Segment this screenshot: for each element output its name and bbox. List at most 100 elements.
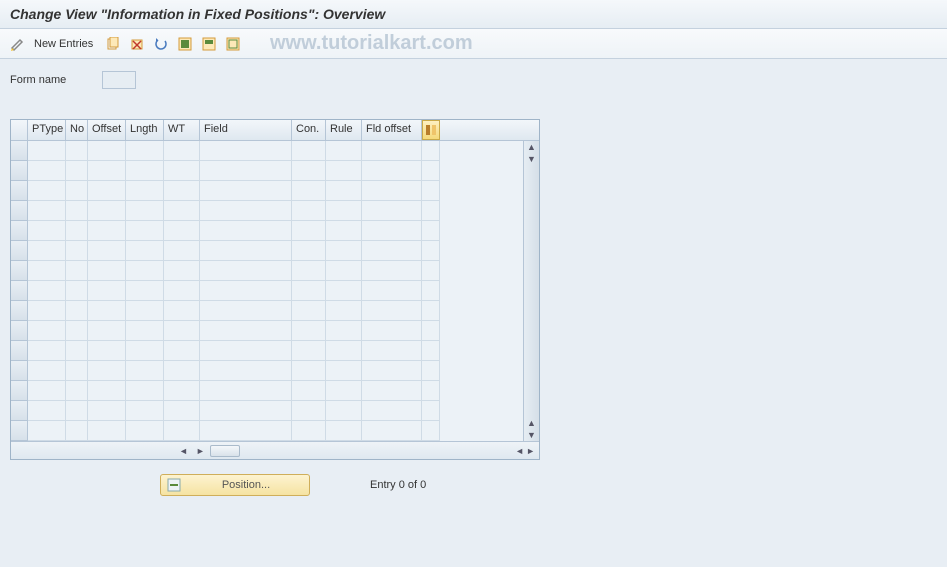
cell[interactable] [326,241,362,261]
cell[interactable] [292,221,326,241]
scroll-up-icon[interactable]: ▲ [527,141,536,153]
cell[interactable] [164,261,200,281]
cell[interactable] [422,321,440,341]
cell[interactable] [28,421,66,441]
cell[interactable] [28,341,66,361]
cell[interactable] [88,381,126,401]
cell[interactable] [326,261,362,281]
cell[interactable] [28,181,66,201]
cell[interactable] [200,321,292,341]
position-button[interactable]: Position... [160,474,310,496]
row-selector[interactable] [11,361,28,381]
col-offset[interactable]: Offset [88,120,126,140]
cell[interactable] [126,201,164,221]
cell[interactable] [66,261,88,281]
cell[interactable] [292,401,326,421]
cell[interactable] [422,341,440,361]
cell[interactable] [326,361,362,381]
cell[interactable] [66,381,88,401]
cell[interactable] [164,241,200,261]
cell[interactable] [28,361,66,381]
cell[interactable] [66,201,88,221]
row-selector[interactable] [11,241,28,261]
cell[interactable] [362,221,422,241]
cell[interactable] [66,221,88,241]
cell[interactable] [326,161,362,181]
scroll-down-icon[interactable]: ▼ [527,429,536,441]
cell[interactable] [126,141,164,161]
cell[interactable] [126,421,164,441]
cell[interactable] [292,141,326,161]
cell[interactable] [422,381,440,401]
cell[interactable] [28,241,66,261]
cell[interactable] [362,261,422,281]
cell[interactable] [88,401,126,421]
cell[interactable] [200,341,292,361]
cell[interactable] [326,141,362,161]
cell[interactable] [126,361,164,381]
vertical-scrollbar[interactable]: ▲ ▼ ▲ ▼ [523,141,539,441]
cell[interactable] [200,201,292,221]
scroll-thumb[interactable] [210,445,240,457]
horizontal-scrollbar[interactable]: ◄ ► [176,445,515,457]
cell[interactable] [200,301,292,321]
scroll-up-step-icon[interactable]: ▲ [527,417,536,429]
scroll-right-step-icon[interactable]: ► [193,446,208,456]
cell[interactable] [200,221,292,241]
cell[interactable] [422,281,440,301]
form-name-input[interactable] [102,71,136,89]
cell[interactable] [66,141,88,161]
col-rule[interactable]: Rule [326,120,362,140]
row-selector[interactable] [11,381,28,401]
cell[interactable] [326,341,362,361]
cell[interactable] [28,161,66,181]
cell[interactable] [88,261,126,281]
cell[interactable] [362,341,422,361]
cell[interactable] [28,261,66,281]
cell[interactable] [126,381,164,401]
cell[interactable] [200,401,292,421]
delete-icon[interactable] [127,34,147,54]
cell[interactable] [164,201,200,221]
cell[interactable] [88,341,126,361]
cell[interactable] [126,161,164,181]
cell[interactable] [200,141,292,161]
cell[interactable] [292,161,326,181]
cell[interactable] [66,401,88,421]
col-no[interactable]: No [66,120,88,140]
cell[interactable] [88,421,126,441]
cell[interactable] [422,361,440,381]
row-selector[interactable] [11,301,28,321]
deselect-all-icon[interactable] [223,34,243,54]
cell[interactable] [164,281,200,301]
cell[interactable] [326,281,362,301]
copy-icon[interactable] [103,34,123,54]
cell[interactable] [28,281,66,301]
select-block-icon[interactable] [199,34,219,54]
cell[interactable] [126,261,164,281]
cell[interactable] [362,281,422,301]
cell[interactable] [66,181,88,201]
cell[interactable] [28,301,66,321]
cell[interactable] [422,141,440,161]
scroll-left-icon[interactable]: ◄ [176,446,191,456]
cell[interactable] [362,421,422,441]
cell[interactable] [292,281,326,301]
cell[interactable] [292,301,326,321]
row-selector[interactable] [11,281,28,301]
cell[interactable] [362,381,422,401]
cell[interactable] [362,321,422,341]
cell[interactable] [200,241,292,261]
row-selector[interactable] [11,161,28,181]
cell[interactable] [164,181,200,201]
row-selector[interactable] [11,201,28,221]
cell[interactable] [66,341,88,361]
cell[interactable] [326,201,362,221]
cell[interactable] [362,181,422,201]
row-selector[interactable] [11,141,28,161]
cell[interactable] [164,381,200,401]
cell[interactable] [164,161,200,181]
scroll-left-end-icon[interactable]: ◄ [515,446,524,456]
cell[interactable] [28,401,66,421]
cell[interactable] [88,141,126,161]
